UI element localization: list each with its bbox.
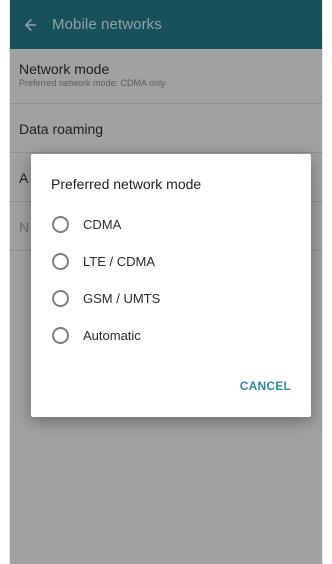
option-label: Automatic bbox=[83, 328, 141, 343]
dialog-actions: CANCEL bbox=[232, 373, 299, 399]
option-gsm-umts[interactable]: GSM / UMTS bbox=[31, 280, 311, 317]
radio-button[interactable] bbox=[52, 216, 69, 233]
cancel-button[interactable]: CANCEL bbox=[232, 373, 299, 399]
mobile-networks-screen: Mobile networks Network mode Preferred n… bbox=[9, 0, 323, 564]
radio-button[interactable] bbox=[52, 253, 69, 270]
option-label: LTE / CDMA bbox=[83, 254, 155, 269]
option-cdma[interactable]: CDMA bbox=[31, 206, 311, 243]
option-label: CDMA bbox=[83, 217, 122, 232]
option-lte-cdma[interactable]: LTE / CDMA bbox=[31, 243, 311, 280]
dialog-title: Preferred network mode bbox=[51, 176, 202, 192]
network-mode-options: CDMA LTE / CDMA GSM / UMTS Automatic bbox=[31, 206, 311, 354]
radio-button[interactable] bbox=[52, 327, 69, 344]
radio-button[interactable] bbox=[52, 290, 69, 307]
option-label: GSM / UMTS bbox=[83, 291, 161, 306]
option-automatic[interactable]: Automatic bbox=[31, 317, 311, 354]
preferred-network-mode-dialog: Preferred network mode CDMA LTE / CDMA G… bbox=[31, 154, 311, 417]
